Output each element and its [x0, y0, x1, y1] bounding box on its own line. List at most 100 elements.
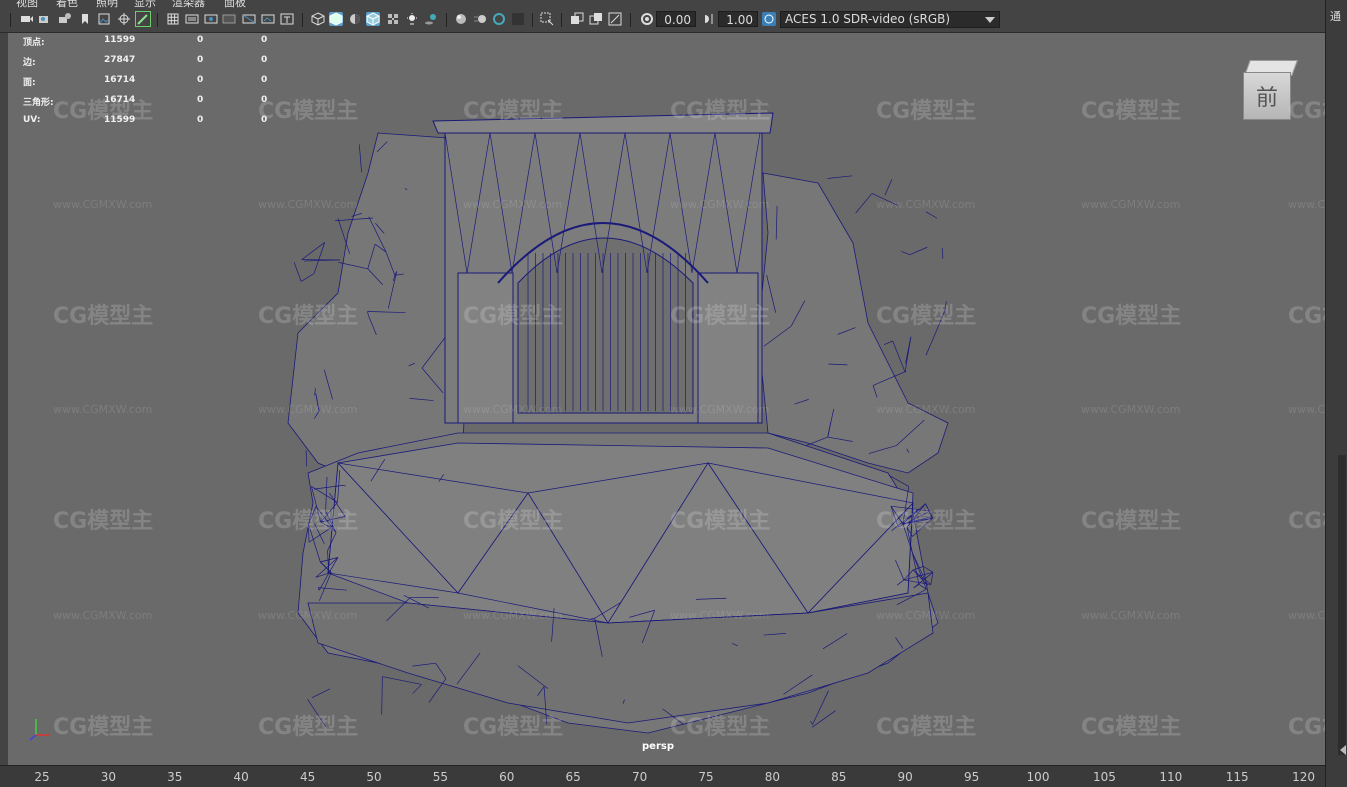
timeline-tick-label: 75 [698, 770, 714, 784]
view-cube-front-face[interactable]: 前 [1243, 72, 1291, 120]
view-cube[interactable]: 前 [1241, 58, 1298, 120]
watermark-url: www.CGMXW.com [670, 198, 770, 211]
timeline-tick-label: 60 [499, 770, 515, 784]
watermark-logo: CG模型主 [53, 304, 154, 329]
isolate-select-icon[interactable] [540, 12, 554, 26]
gamma-icon[interactable] [702, 12, 716, 26]
timeline-tick-label: 110 [1159, 770, 1183, 784]
xray-icon[interactable] [570, 12, 584, 26]
exposure-icon[interactable] [640, 12, 654, 26]
grid-icon[interactable] [166, 12, 180, 26]
resolution-gate-icon[interactable] [204, 12, 218, 26]
view-transform-label: ACES 1.0 SDR-video (sRGB) [785, 12, 951, 26]
hud-value: 27847 [104, 55, 136, 65]
collapse-arrow-icon[interactable] [1340, 745, 1346, 755]
watermark-logo: CG模型主 [53, 715, 154, 740]
timeline-tick-label: 95 [963, 770, 980, 784]
chevron-down-icon [985, 17, 995, 23]
xray-joints-icon[interactable] [589, 12, 603, 26]
watermark-url: www.CGMXW.com [463, 198, 563, 211]
grease-pencil-icon[interactable] [135, 11, 151, 27]
bookmark-icon[interactable] [78, 12, 92, 26]
timeline-tick-label: 105 [1092, 770, 1116, 784]
viewport-toolbar: 0.00 1.00 ACES 1.0 SDR-video (sRGB) [0, 8, 1330, 33]
2d-pan-zoom-icon[interactable] [117, 12, 131, 26]
timeline-tick-label: 65 [565, 770, 581, 784]
time-slider-ruler[interactable]: 25 30 35 40 45 50 55 60 65 70 75 80 85 90 95 100 105 110 1… [0, 765, 1325, 787]
watermark-logo: CG模型主 [1288, 99, 1325, 124]
timeline-tick-label: 40 [233, 770, 249, 784]
watermark-url: www.CGMXW.com [463, 403, 563, 416]
select-camera-icon[interactable] [20, 12, 34, 26]
maya-window: 视图 着色 照明 显示 渲染器 面板 0.00 1.00 ACES 1.0 SD… [0, 0, 1347, 787]
timeline-tick-label: 45 [299, 770, 316, 784]
watermark-logo: CG模型主 [1081, 99, 1182, 124]
field-chart-icon[interactable] [242, 12, 256, 26]
view-transform-dropdown[interactable]: ACES 1.0 SDR-video (sRGB) [780, 11, 1000, 28]
right-scrollbar[interactable] [1338, 455, 1346, 755]
safe-title-icon[interactable] [280, 12, 294, 26]
menu-view[interactable]: 视图 [16, 0, 38, 8]
right-side-panel: 通 [1325, 0, 1347, 787]
timeline-tick-label: 25 [34, 770, 50, 784]
watermark-logo: CG模型主 [1081, 715, 1182, 740]
timeline-tick-label: 100 [1026, 770, 1050, 784]
wireframe-on-shaded-icon[interactable] [366, 12, 380, 26]
screen-space-ao-icon[interactable] [454, 12, 468, 26]
safe-action-icon[interactable] [261, 12, 275, 26]
watermark-logo: CG模型主 [463, 304, 564, 329]
gate-mask-icon[interactable] [222, 12, 236, 26]
depth-of-field-icon[interactable] [511, 12, 525, 26]
hud-value: 0 [261, 55, 268, 65]
shadows-icon[interactable] [424, 12, 438, 26]
camera-attributes-icon[interactable] [38, 12, 52, 26]
watermark-logo: CG模型主 [670, 99, 771, 124]
watermark-url: www.CGMXW.com [1288, 198, 1325, 211]
bookmark-camera-icon[interactable] [58, 12, 72, 26]
timeline-tick-label: 55 [432, 770, 449, 784]
textured-icon[interactable] [386, 12, 400, 26]
watermark-logo: CG模型主 [876, 715, 977, 740]
use-all-lights-icon[interactable] [405, 12, 419, 26]
backface-culling-icon[interactable] [608, 12, 622, 26]
film-gate-icon[interactable] [185, 12, 199, 26]
3d-viewport[interactable]: 顶点: 11599 0 0 边: 27847 0 0 面: 16714 0 0 … [8, 33, 1325, 765]
watermark-logo: CG模型主 [670, 304, 771, 329]
image-plane-icon[interactable] [97, 12, 111, 26]
watermark-logo: CG模型主 [53, 509, 154, 534]
hud-value: 0 [197, 75, 204, 85]
watermark-logo: CG模型主 [1081, 304, 1182, 329]
menu-shading[interactable]: 着色 [56, 0, 78, 8]
timeline-tick-label: 80 [764, 770, 781, 784]
watermark-url: www.CGMXW.com [876, 609, 976, 622]
watermark-url: www.CGMXW.com [53, 198, 153, 211]
watermark-logo: CG模型主 [463, 715, 564, 740]
timeline-tick-label: 70 [631, 770, 648, 784]
watermark-logo: CG模型主 [1288, 715, 1325, 740]
default-material-icon[interactable] [348, 12, 362, 26]
watermark-url: www.CGMXW.com [670, 403, 770, 416]
motion-blur-icon[interactable] [473, 12, 487, 26]
gamma-field[interactable]: 1.00 [718, 11, 758, 27]
menu-lighting[interactable]: 照明 [96, 0, 118, 8]
hud-value: 0 [197, 35, 204, 45]
watermark-url: www.CGMXW.com [1288, 403, 1325, 416]
hud-value: 0 [261, 35, 268, 45]
menu-panels[interactable]: 面板 [224, 0, 246, 8]
watermark-logo: CG模型主 [1288, 509, 1325, 534]
exposure-field[interactable]: 0.00 [656, 11, 696, 27]
wireframe-icon[interactable] [311, 12, 325, 26]
menu-renderer[interactable]: 渲染器 [172, 0, 205, 8]
color-management-icon[interactable] [762, 12, 776, 26]
watermark-logo: CG模型主 [876, 99, 977, 124]
hud-label: 顶点: [23, 38, 45, 48]
watermark-url: www.CGMXW.com [258, 609, 358, 622]
smooth-shade-icon[interactable] [329, 12, 343, 26]
timeline-tick-label: 85 [831, 770, 847, 784]
anti-aliasing-icon[interactable] [492, 12, 506, 26]
hud-value: 16714 [104, 75, 136, 85]
watermark-url: www.CGMXW.com [1081, 609, 1181, 622]
menu-show[interactable]: 显示 [134, 0, 156, 8]
watermark-logo: CG模型主 [463, 509, 564, 534]
hud-value: 0 [197, 55, 204, 65]
